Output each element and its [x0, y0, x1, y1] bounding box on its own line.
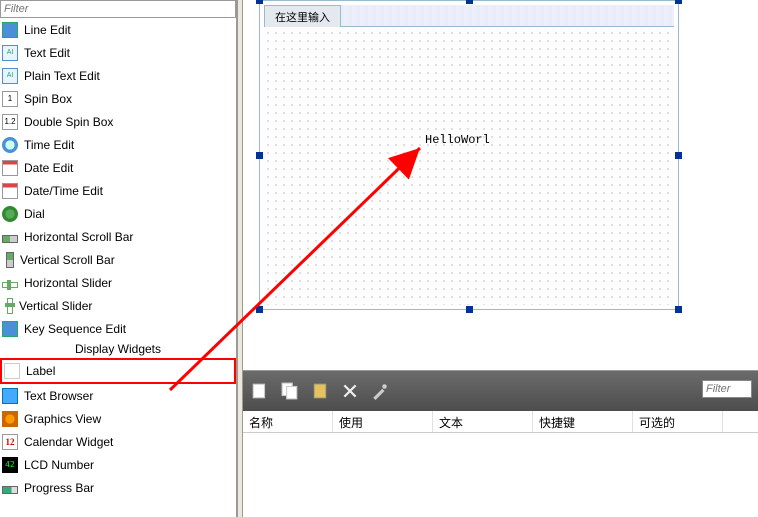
widget-label: Horizontal Scroll Bar	[24, 230, 133, 244]
widget-label: Text Edit	[24, 46, 70, 60]
textbrowser-icon	[2, 388, 18, 404]
widget-item-datetimeedit[interactable]: Date/Time Edit	[0, 179, 236, 202]
form-widget[interactable]: 在这里输入 HelloWorl	[259, 0, 679, 310]
datetimeedit-icon	[2, 183, 18, 199]
widget-label: Label	[26, 364, 55, 378]
widget-item-textbrowser[interactable]: Text Browser	[0, 384, 236, 407]
resize-handle-tm[interactable]	[466, 0, 473, 4]
label-icon	[4, 363, 20, 379]
resize-handle-bm[interactable]	[466, 306, 473, 313]
timeedit-icon	[2, 137, 18, 153]
widget-label: Progress Bar	[24, 481, 94, 495]
widget-label: Vertical Slider	[19, 299, 92, 313]
dateedit-icon	[2, 160, 18, 176]
widget-item-vslider[interactable]: Vertical Slider	[0, 294, 236, 317]
paste-action-icon[interactable]	[311, 382, 329, 400]
widget-item-vscrollbar[interactable]: Vertical Scroll Bar	[0, 248, 236, 271]
widget-item-label[interactable]: Label	[0, 358, 236, 384]
widget-item-calendar[interactable]: 12 Calendar Widget	[0, 430, 236, 453]
widget-item-progressbar[interactable]: Progress Bar	[0, 476, 236, 499]
new-action-icon[interactable]	[251, 382, 269, 400]
widget-label: Key Sequence Edit	[24, 322, 126, 336]
action-editor-panel: 名称 使用 文本 快捷键 可选的	[243, 370, 758, 517]
resize-handle-bl[interactable]	[256, 306, 263, 313]
col-used[interactable]: 使用	[333, 411, 433, 432]
form-grid	[264, 29, 674, 305]
copy-action-icon[interactable]	[281, 382, 299, 400]
widget-label: Vertical Scroll Bar	[20, 253, 115, 267]
widget-item-graphicsview[interactable]: Graphics View	[0, 407, 236, 430]
resize-handle-tl[interactable]	[256, 0, 263, 4]
spinbox-icon: 1	[2, 91, 18, 107]
widget-item-dial[interactable]: Dial	[0, 202, 236, 225]
widget-item-doublespinbox[interactable]: 1.2 Double Spin Box	[0, 110, 236, 133]
configure-icon[interactable]	[371, 382, 389, 400]
action-toolbar	[243, 371, 758, 411]
widget-item-hscrollbar[interactable]: Horizontal Scroll Bar	[0, 225, 236, 248]
col-shortcut[interactable]: 快捷键	[533, 411, 633, 432]
keysequence-icon	[2, 321, 18, 337]
resize-handle-br[interactable]	[675, 306, 682, 313]
textedit-icon: AI	[2, 45, 18, 61]
widget-label: Horizontal Slider	[24, 276, 112, 290]
progressbar-icon	[2, 486, 18, 494]
resize-handle-mr[interactable]	[675, 152, 682, 159]
lineedit-icon	[2, 22, 18, 38]
widget-item-timeedit[interactable]: Time Edit	[0, 133, 236, 156]
widget-label: Line Edit	[24, 23, 71, 37]
widget-item-dateedit[interactable]: Date Edit	[0, 156, 236, 179]
widget-item-lineedit[interactable]: Line Edit	[0, 18, 236, 41]
category-label: Display Widgets	[75, 342, 161, 356]
hslider-icon	[2, 282, 18, 288]
widget-label: Plain Text Edit	[24, 69, 100, 83]
dial-icon	[2, 206, 18, 222]
hscroll-icon	[2, 235, 18, 243]
widget-item-plaintextedit[interactable]: AI Plain Text Edit	[0, 64, 236, 87]
widget-label: Date/Time Edit	[24, 184, 103, 198]
delete-action-icon[interactable]	[341, 382, 359, 400]
widget-item-lcdnumber[interactable]: 42 LCD Number	[0, 453, 236, 476]
lcdnumber-icon: 42	[2, 457, 18, 473]
tab[interactable]: 在这里输入	[264, 5, 341, 27]
resize-handle-ml[interactable]	[256, 152, 263, 159]
col-name[interactable]: 名称	[243, 411, 333, 432]
widget-filter-input[interactable]	[0, 0, 236, 18]
action-filter-input[interactable]	[702, 380, 752, 398]
widget-label: Spin Box	[24, 92, 72, 106]
vslider-icon	[7, 298, 13, 314]
widget-label: Date Edit	[24, 161, 73, 175]
tab-bar: 在这里输入	[264, 5, 674, 27]
widget-label: Double Spin Box	[24, 115, 113, 129]
category-display-widgets[interactable]: Display Widgets	[0, 340, 236, 358]
widget-label: Text Browser	[24, 389, 93, 403]
widget-label: LCD Number	[24, 458, 94, 472]
action-table-header: 名称 使用 文本 快捷键 可选的	[243, 411, 758, 433]
widget-label: Graphics View	[24, 412, 101, 426]
label-widget[interactable]: HelloWorl	[425, 133, 490, 147]
widget-label: Dial	[24, 207, 45, 221]
col-text[interactable]: 文本	[433, 411, 533, 432]
doublespinbox-icon: 1.2	[2, 114, 18, 130]
widget-item-hslider[interactable]: Horizontal Slider	[0, 271, 236, 294]
widget-box-sidebar: Line Edit AIText Edit AIPlain Text Edit …	[0, 0, 237, 517]
graphicsview-icon	[2, 411, 18, 427]
tab-label: 在这里输入	[275, 12, 330, 24]
plaintextedit-icon: AI	[2, 68, 18, 84]
calendar-icon: 12	[2, 434, 18, 450]
col-checkable[interactable]: 可选的	[633, 411, 723, 432]
widget-item-keysequence[interactable]: Key Sequence Edit	[0, 317, 236, 340]
widget-label: Time Edit	[24, 138, 74, 152]
vscroll-icon	[6, 252, 14, 268]
widget-list: Line Edit AIText Edit AIPlain Text Edit …	[0, 18, 236, 499]
resize-handle-tr[interactable]	[675, 0, 682, 4]
widget-item-spinbox[interactable]: 1 Spin Box	[0, 87, 236, 110]
widget-item-textedit[interactable]: AI Text Edit	[0, 41, 236, 64]
form-designer-canvas[interactable]: 在这里输入 HelloWorl	[243, 0, 758, 365]
widget-label: Calendar Widget	[24, 435, 113, 449]
